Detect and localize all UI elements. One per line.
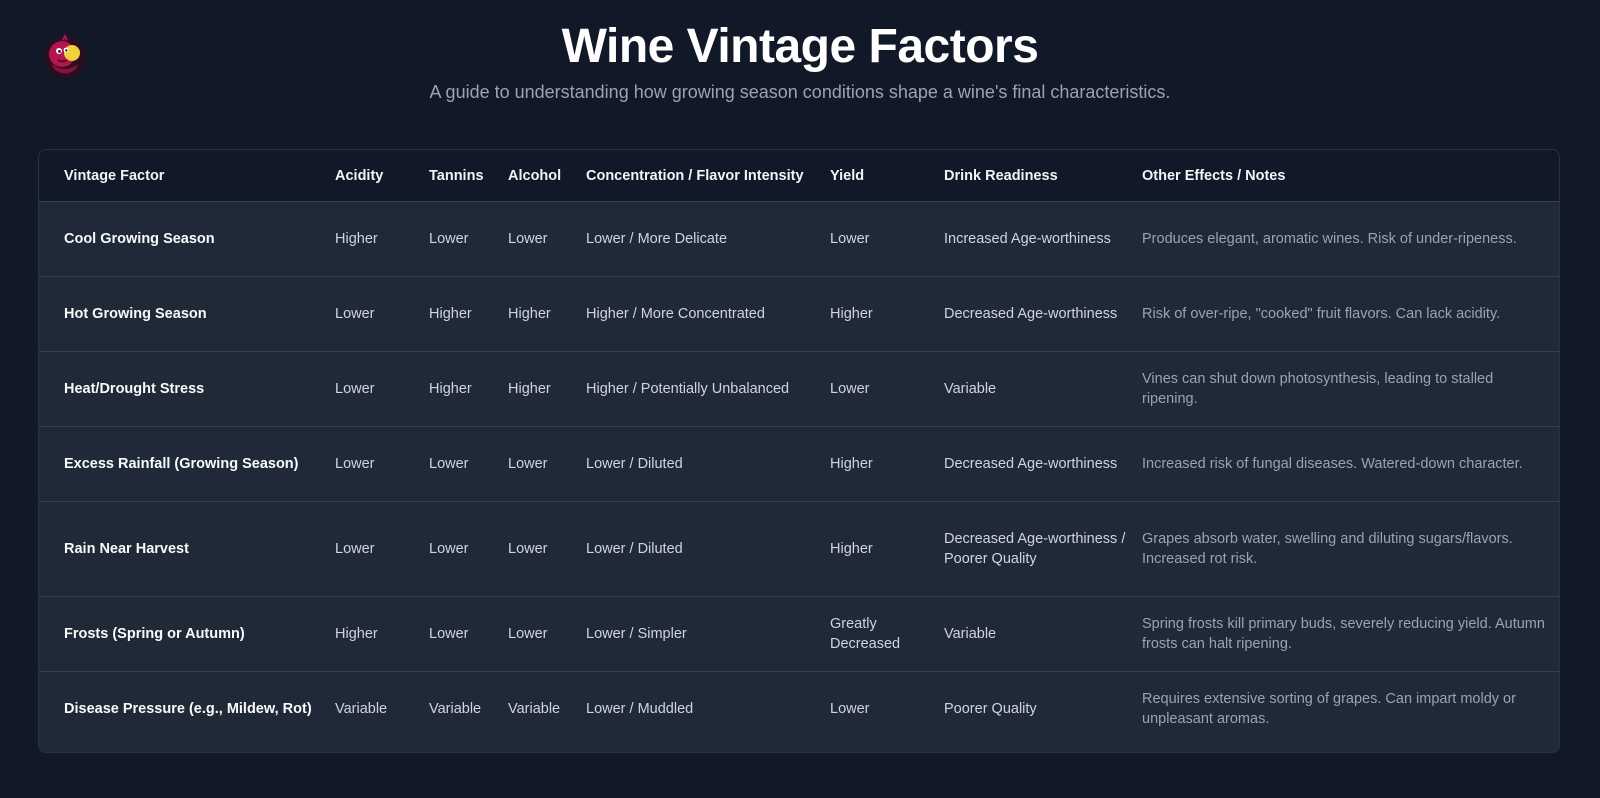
concentration-cell: Lower / More Delicate [586, 201, 830, 277]
drink-readiness-cell: Decreased Age-worthiness / Poorer Qualit… [944, 501, 1142, 597]
notes-cell: Requires extensive sorting of grapes. Ca… [1142, 690, 1516, 727]
drink-readiness-cell: Variable [944, 596, 1142, 672]
table-row: Cool Growing Season Higher Lower Lower L… [39, 201, 1559, 277]
tannins-cell: Lower [429, 426, 508, 502]
vintage-factor-cell: Rain Near Harvest [39, 501, 335, 597]
column-header-notes: Other Effects / Notes [1142, 150, 1559, 202]
drink-readiness-cell: Poorer Quality [944, 700, 1037, 717]
alcohol-cell: Lower [508, 426, 586, 502]
column-header-drink-readiness: Drink Readiness [944, 150, 1142, 202]
tannins-cell: Variable [429, 700, 482, 717]
yield-cell: Lower [830, 351, 944, 427]
acidity-cell: Higher [335, 201, 429, 277]
vintage-factor-cell: Frosts (Spring or Autumn) [39, 596, 335, 672]
column-header-tannins: Tannins [429, 150, 508, 202]
acidity-cell: Lower [335, 276, 429, 352]
concentration-cell: Lower / Simpler [586, 596, 830, 672]
tannins-cell: Lower [429, 501, 508, 597]
column-header-alcohol: Alcohol [508, 150, 586, 202]
page-subtitle: A guide to understanding how growing sea… [429, 82, 1171, 102]
vintage-factor-cell: Heat/Drought Stress [39, 351, 335, 427]
alcohol-cell: Lower [508, 596, 586, 672]
table-row: Hot Growing Season Lower Higher Higher H… [39, 276, 1559, 352]
column-header-yield: Yield [830, 150, 944, 202]
alcohol-cell: Lower [508, 501, 586, 597]
notes-cell: Vines can shut down photosynthesis, lead… [1142, 351, 1559, 427]
tannins-cell: Higher [429, 351, 508, 427]
acidity-cell: Lower [335, 351, 429, 427]
table-row: Excess Rainfall (Growing Season) Lower L… [39, 426, 1559, 502]
drink-readiness-cell: Decreased Age-worthiness [944, 276, 1142, 352]
page-header: Wine Vintage Factors A guide to understa… [0, 18, 1600, 104]
table-row: Frosts (Spring or Autumn) Higher Lower L… [39, 596, 1559, 672]
tannins-cell: Lower [429, 201, 508, 277]
concentration-cell: Lower / Diluted [586, 501, 830, 597]
yield-cell: Greatly Decreased [830, 596, 944, 672]
vintage-factor-cell: Cool Growing Season [39, 201, 335, 277]
acidity-cell: Variable [335, 700, 388, 717]
acidity-cell: Lower [335, 501, 429, 597]
notes-cell: Increased risk of fungal diseases. Water… [1142, 426, 1559, 502]
page-title: Wine Vintage Factors [561, 20, 1039, 73]
table-row: Heat/Drought Stress Lower Higher Higher … [39, 351, 1559, 427]
notes-cell: Risk of over-ripe, "cooked" fruit flavor… [1142, 276, 1559, 352]
column-header-acidity: Acidity [335, 150, 429, 202]
table-row: Disease Pressure (e.g., Mildew, Rot) Var… [39, 672, 1559, 746]
vintage-factor-cell: Hot Growing Season [39, 276, 335, 352]
notes-cell: Grapes absorb water, swelling and diluti… [1142, 501, 1559, 597]
drink-readiness-cell: Decreased Age-worthiness [944, 426, 1142, 502]
yield-cell: Higher [830, 426, 944, 502]
drink-readiness-cell: Variable [944, 351, 1142, 427]
tannins-cell: Lower [429, 596, 508, 672]
alcohol-cell: Lower [508, 201, 586, 277]
yield-cell: Higher [830, 276, 944, 352]
yield-cell: Higher [830, 501, 944, 597]
notes-cell: Spring frosts kill primary buds, severel… [1142, 596, 1559, 672]
column-header-vintage-factor: Vintage Factor [39, 150, 335, 202]
concentration-cell: Higher / More Concentrated [586, 276, 830, 352]
concentration-cell: Lower / Diluted [586, 426, 830, 502]
drink-readiness-cell: Increased Age-worthiness [944, 201, 1142, 277]
yield-cell: Lower [830, 201, 944, 277]
vintage-factors-table-card: Vintage Factor Acidity Tannins Alcohol C… [38, 149, 1560, 753]
alcohol-cell: Variable [508, 700, 561, 717]
alcohol-cell: Higher [508, 276, 586, 352]
yield-cell: Lower [830, 700, 870, 717]
column-header-concentration: Concentration / Flavor Intensity [586, 150, 830, 202]
notes-cell: Produces elegant, aromatic wines. Risk o… [1142, 201, 1559, 277]
alcohol-cell: Higher [508, 351, 586, 427]
acidity-cell: Higher [335, 596, 429, 672]
vintage-factor-cell: Disease Pressure (e.g., Mildew, Rot) [64, 700, 312, 717]
concentration-cell: Higher / Potentially Unbalanced [586, 351, 830, 427]
concentration-cell: Lower / Muddled [586, 700, 694, 717]
vintage-factors-table: Vintage Factor Acidity Tannins Alcohol C… [39, 150, 1559, 746]
table-row: Rain Near Harvest Lower Lower Lower Lowe… [39, 501, 1559, 597]
tannins-cell: Higher [429, 276, 508, 352]
table-header-row: Vintage Factor Acidity Tannins Alcohol C… [39, 150, 1559, 202]
vintage-factor-cell: Excess Rainfall (Growing Season) [39, 426, 335, 502]
acidity-cell: Lower [335, 426, 429, 502]
